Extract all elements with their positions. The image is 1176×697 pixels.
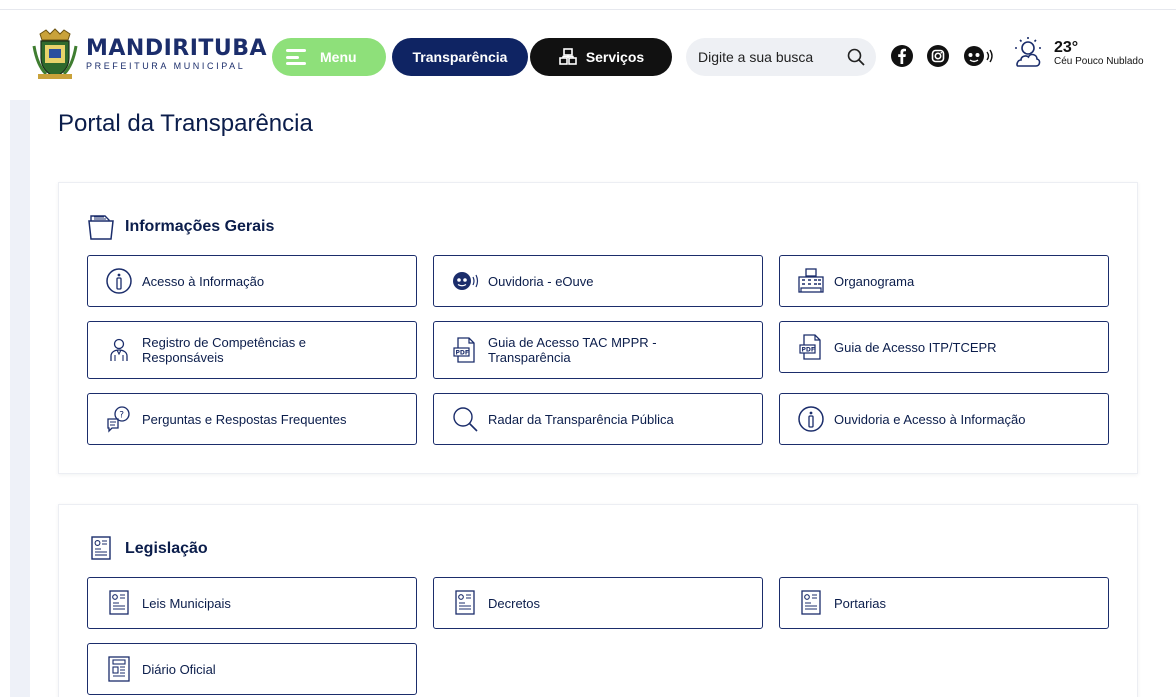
newspaper-icon xyxy=(104,654,134,684)
hamburger-icon xyxy=(286,49,306,65)
pdf-icon: PDF xyxy=(450,335,480,365)
link-radar-transparencia[interactable]: Radar da Transparência Pública xyxy=(433,393,763,445)
transparencia-button-label: Transparência xyxy=(412,49,508,65)
sidebar-strip xyxy=(10,100,30,697)
weather-condition: Céu Pouco Nublado xyxy=(1054,55,1144,67)
coat-of-arms-icon xyxy=(32,28,78,79)
section-informacoes-gerais: Informações Gerais Acesso à Informação O… xyxy=(58,182,1138,474)
card-label: Decretos xyxy=(488,595,541,611)
link-leis-municipais[interactable]: Leis Municipais xyxy=(87,577,417,629)
section-header: Informações Gerais xyxy=(87,213,274,241)
ouvidoria-icon xyxy=(450,266,480,296)
weather-temperature: 23° xyxy=(1054,38,1079,56)
card-label: Radar da Transparência Pública xyxy=(488,411,674,427)
section-legislacao: Legislação Leis Municipais Decretos Port… xyxy=(58,504,1138,697)
law-document-icon xyxy=(104,588,134,618)
card-label: Acesso à Informação xyxy=(142,273,265,289)
services-icon xyxy=(559,48,577,65)
card-label: Ouvidoria - eOuve xyxy=(488,273,594,289)
link-registro-competencias[interactable]: Registro de Competências e Responsáveis xyxy=(87,321,417,379)
brand-subtitle: PREFEITURA MUNICIPAL xyxy=(86,61,246,71)
card-label: Organograma xyxy=(834,273,915,289)
link-ouvidoria-acesso-informacao[interactable]: Ouvidoria e Acesso à Informação xyxy=(779,393,1109,445)
info-icon xyxy=(104,266,134,296)
brand-name: MANDIRITUBA xyxy=(86,36,268,61)
link-guia-itp-tcepr[interactable]: PDF Guia de Acesso ITP/TCEPR xyxy=(779,321,1109,373)
brand-logo[interactable]: MANDIRITUBA PREFEITURA MUNICIPAL xyxy=(32,28,267,80)
card-label: Guia de Acesso TAC MPPR - Transparência xyxy=(488,335,657,365)
link-ouvidoria-eouve[interactable]: Ouvidoria - eOuve xyxy=(433,255,763,307)
search-placeholder: Digite a sua busca xyxy=(698,49,814,65)
building-icon xyxy=(796,266,826,296)
top-divider xyxy=(0,9,1176,10)
link-acesso-informacao[interactable]: Acesso à Informação xyxy=(87,255,417,307)
svg-text:PDF: PDF xyxy=(456,350,469,357)
law-document-icon xyxy=(91,536,111,560)
transparencia-button[interactable]: Transparência xyxy=(392,38,528,76)
servicos-button[interactable]: Serviços xyxy=(530,38,672,76)
instagram-icon xyxy=(927,45,949,67)
ouvidoria-link[interactable] xyxy=(962,44,996,68)
card-label: Portarias xyxy=(834,595,887,611)
section-header: Legislação xyxy=(87,535,208,563)
ouvidoria-icon xyxy=(964,46,993,66)
instagram-link[interactable] xyxy=(926,44,950,68)
card-label: Leis Municipais xyxy=(142,595,231,611)
weather-widget: 23° Céu Pouco Nublado xyxy=(1010,36,1144,70)
info-icon xyxy=(796,404,826,434)
law-document-icon xyxy=(796,588,826,618)
svg-text:?: ? xyxy=(119,411,124,421)
person-icon xyxy=(104,335,134,365)
facebook-link[interactable] xyxy=(890,44,914,68)
law-document-icon xyxy=(450,588,480,618)
link-guia-tac-mppr[interactable]: PDF Guia de Acesso TAC MPPR - Transparên… xyxy=(433,321,763,379)
card-label: Diário Oficial xyxy=(142,661,216,677)
card-label: Guia de Acesso ITP/TCEPR xyxy=(834,339,997,355)
card-label: Registro de Competências e Responsáveis xyxy=(142,335,307,365)
link-decretos[interactable]: Decretos xyxy=(433,577,763,629)
section-title: Legislação xyxy=(125,540,208,557)
card-label: Ouvidoria e Acesso à Informação xyxy=(834,411,1026,427)
search-icon[interactable] xyxy=(846,47,866,67)
site-header: MANDIRITUBA PREFEITURA MUNICIPAL Menu Tr… xyxy=(0,24,1176,94)
section-title: Informações Gerais xyxy=(125,218,275,235)
folder-documents-icon xyxy=(88,215,114,240)
page-title: Portal da Transparência xyxy=(58,110,313,137)
menu-button-label: Menu xyxy=(320,49,357,65)
card-label: Perguntas e Respostas Frequentes xyxy=(142,411,347,427)
facebook-icon xyxy=(891,45,913,67)
menu-button[interactable]: Menu xyxy=(272,38,386,76)
link-diario-oficial[interactable]: Diário Oficial xyxy=(87,643,417,695)
servicos-button-label: Serviços xyxy=(585,49,645,65)
pdf-icon: PDF xyxy=(796,332,826,362)
link-portarias[interactable]: Portarias xyxy=(779,577,1109,629)
search-input[interactable]: Digite a sua busca xyxy=(686,38,876,76)
faq-icon: ? xyxy=(104,404,134,434)
link-organograma[interactable]: Organograma xyxy=(779,255,1109,307)
link-perguntas-frequentes[interactable]: ? Perguntas e Respostas Frequentes xyxy=(87,393,417,445)
svg-text:PDF: PDF xyxy=(802,347,815,354)
search-icon xyxy=(450,404,480,434)
partly-cloudy-icon xyxy=(1015,37,1041,67)
